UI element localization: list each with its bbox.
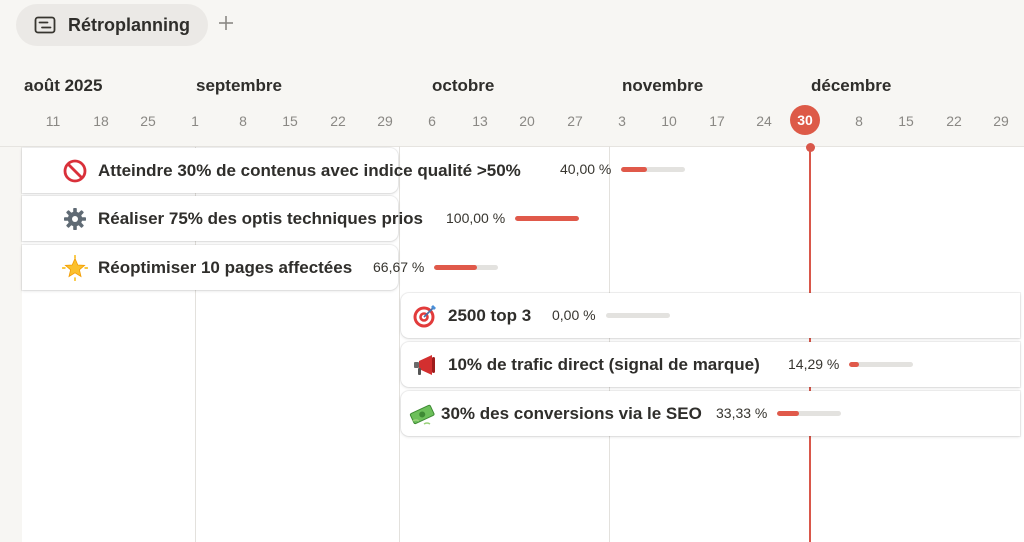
money-icon — [409, 401, 435, 427]
task-percent: 0,00 % — [552, 307, 596, 323]
day-label: 17 — [709, 113, 725, 129]
tab-retroplanning[interactable]: Rétroplanning — [16, 4, 208, 46]
day-label: 13 — [472, 113, 488, 129]
task-progress: 100,00 % — [446, 210, 580, 226]
header-divider — [0, 146, 1024, 147]
day-label: 25 — [140, 113, 156, 129]
task-percent: 66,67 % — [373, 259, 425, 275]
day-label: 18 — [93, 113, 109, 129]
task-title: Atteindre 30% de contenus avec indice qu… — [98, 160, 521, 180]
task-percent: 33,33 % — [716, 405, 768, 421]
task-title: Réoptimiser 10 pages affectées — [98, 257, 353, 277]
task-card[interactable]: 10% de trafic direct (signal de marque) — [401, 342, 1020, 387]
month-label: septembre — [196, 76, 282, 95]
day-label: 29 — [993, 113, 1009, 129]
progress-fill — [434, 264, 478, 270]
add-view-button[interactable] — [216, 13, 236, 33]
task-progress: 66,67 % — [373, 259, 499, 275]
today-dot — [805, 143, 815, 152]
task-card[interactable]: 30% des conversions via le SEO — [401, 391, 1020, 436]
month-label: octobre — [432, 76, 495, 95]
view-tabs: Rétroplanning — [16, 4, 208, 46]
day-label: 24 — [756, 113, 772, 129]
megaphone-icon — [412, 352, 438, 378]
day-label: 20 — [519, 113, 535, 129]
task-card[interactable]: 2500 top 3 — [401, 293, 1020, 338]
day-label: 8 — [855, 113, 863, 129]
progress-bar — [849, 361, 914, 367]
task-percent: 100,00 % — [446, 210, 506, 226]
month-label: décembre — [811, 76, 892, 95]
task-title: Réaliser 75% des optis techniques prios — [98, 208, 424, 228]
task-card[interactable]: Réaliser 75% des optis techniques prios — [22, 196, 423, 241]
gear-icon — [62, 206, 88, 232]
prohibited-icon — [62, 158, 88, 184]
progress-fill — [777, 410, 799, 416]
progress-bar — [777, 410, 842, 416]
task-percent: 14,29 % — [788, 356, 840, 372]
task-title: 30% des conversions via le SEO — [441, 403, 702, 423]
progress-fill — [621, 166, 647, 172]
task-percent: 40,00 % — [560, 161, 612, 177]
timeline: août 2025 septembre octobre novembre déc… — [0, 60, 1024, 542]
day-label: 22 — [330, 113, 346, 129]
day-label: 11 — [45, 113, 61, 129]
day-row: 11 18 25 1 8 15 22 29 6 13 20 27 3 10 17… — [0, 105, 1024, 139]
day-label: 27 — [567, 113, 583, 129]
target-icon — [412, 303, 438, 329]
today-marker[interactable]: 30 — [790, 105, 820, 135]
day-label: 22 — [946, 113, 962, 129]
day-label: 8 — [239, 113, 247, 129]
day-label: 1 — [191, 113, 199, 129]
task-progress: 0,00 % — [552, 307, 670, 323]
task-title: 10% de trafic direct (signal de marque) — [448, 354, 760, 374]
day-label: 10 — [661, 113, 677, 129]
day-label: 3 — [618, 113, 626, 129]
task-progress: 33,33 % — [716, 405, 842, 421]
day-label: 29 — [377, 113, 393, 129]
progress-bar — [621, 166, 686, 172]
progress-fill — [515, 215, 580, 221]
month-label: novembre — [622, 76, 704, 95]
day-label: 15 — [282, 113, 298, 129]
task-card[interactable]: Atteindre 30% de contenus avec indice qu… — [22, 148, 521, 193]
month-label: août 2025 — [24, 76, 103, 95]
progress-fill — [849, 361, 859, 367]
progress-bar — [434, 264, 499, 270]
star-icon — [62, 254, 88, 281]
tab-label: Rétroplanning — [68, 14, 190, 35]
task-progress: 14,29 % — [788, 356, 914, 372]
month-divider — [399, 146, 400, 542]
task-progress: 40,00 % — [560, 161, 686, 177]
task-card[interactable]: Réoptimiser 10 pages affectées — [22, 245, 398, 290]
day-label: 6 — [428, 113, 436, 129]
day-label: 15 — [898, 113, 914, 129]
progress-bar — [605, 312, 670, 318]
month-row: août 2025 septembre octobre novembre déc… — [0, 60, 1024, 100]
progress-bar — [515, 215, 580, 221]
timeline-view-icon — [34, 16, 56, 34]
task-title: 2500 top 3 — [448, 305, 532, 325]
plus-icon — [219, 16, 233, 30]
